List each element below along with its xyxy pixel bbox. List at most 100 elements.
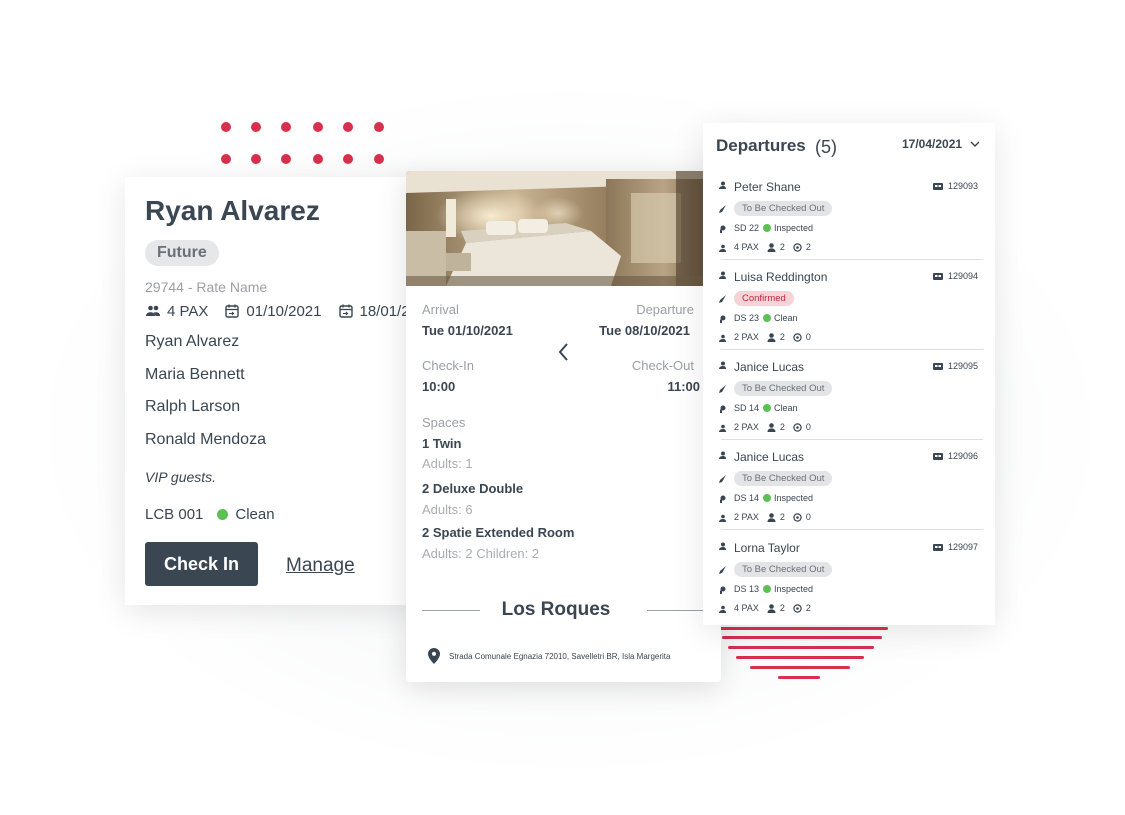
space-name: 2 Deluxe Double: [422, 481, 524, 496]
status-badge: Confirmed: [734, 291, 794, 306]
status-badge: To Be Checked Out: [734, 381, 833, 396]
group-icon: [719, 334, 726, 342]
child-icon: [793, 332, 802, 342]
person-icon: [719, 271, 726, 279]
departure-item[interactable]: Peter Shane 129093 To Be Checked Out SD …: [703, 170, 983, 260]
chevron-left-icon[interactable]: [556, 341, 570, 363]
arrival-value: Tue 01/10/2021: [422, 323, 513, 338]
status-dot-icon: [763, 585, 772, 593]
room-info: DS 13 Inspected: [734, 584, 814, 594]
checkin-label: Check-In: [422, 358, 475, 373]
departure-item[interactable]: Janice Lucas 129096 To Be Checked Out DS…: [703, 440, 983, 530]
room-info: SD 14 Clean: [734, 403, 798, 413]
child-icon: [793, 242, 802, 252]
calendar-arrival-icon: [225, 304, 240, 318]
guest-name: Peter Shane: [734, 180, 801, 194]
date-selector[interactable]: 17/04/2021: [902, 137, 980, 151]
room-status: Clean: [235, 506, 275, 523]
address-text: Strada Comunale Egnazia 72010, Savelletr…: [449, 651, 671, 661]
list-item: Maria Bennett: [145, 365, 245, 383]
room-info: SD 22 Inspected: [734, 223, 814, 233]
key-icon: [720, 315, 726, 323]
child-icon: [793, 422, 802, 432]
room-image: [406, 171, 721, 286]
guest-name: Janice Lucas: [734, 450, 805, 464]
divider: [647, 610, 705, 611]
adult-icon: [767, 603, 776, 613]
pax-info: 2 PAX 2 0: [734, 332, 811, 342]
status-dot-icon: [217, 509, 229, 520]
list-item: Ronald Mendoza: [145, 430, 266, 448]
chevron-down-icon: [970, 141, 980, 147]
calendar-departure-icon: [338, 304, 353, 318]
key-icon: [720, 586, 726, 594]
key-icon: [720, 405, 726, 413]
people-icon: [146, 305, 160, 316]
hotel-address: Strada Comunale Egnazia 72010, Savelletr…: [428, 648, 670, 664]
tag-icon: [719, 295, 726, 303]
departure-item[interactable]: Luisa Reddington 129094 Confirmed DS 23 C…: [703, 260, 983, 350]
space-name: 1 Twin: [422, 436, 462, 451]
location-pin-icon: [428, 648, 440, 664]
space-detail: Adults: 2 Children: 2: [422, 546, 540, 561]
room-info: DS 14 Inspected: [734, 493, 814, 503]
adult-icon: [767, 512, 776, 522]
status-dot-icon: [763, 224, 772, 232]
pax-count: 4 PAX: [167, 302, 209, 320]
group-icon: [719, 514, 726, 522]
departure-item[interactable]: Lorna Taylor 129097 To Be Checked Out DS…: [703, 531, 983, 621]
status-badge: To Be Checked Out: [734, 471, 833, 486]
child-icon: [793, 603, 802, 613]
adult-icon: [767, 242, 776, 252]
key-icon: [720, 495, 726, 503]
bed-icon: [933, 182, 943, 190]
pax-info: 4 PAX 2 2: [734, 242, 811, 252]
key-icon: [720, 225, 726, 233]
guest-card: Ryan Alvarez Future 29744 - Rate Name 4 …: [125, 177, 415, 605]
bed-icon: [933, 543, 943, 551]
departure-value: Tue 08/10/2021: [599, 323, 690, 338]
checkin-value: 10:00: [422, 379, 456, 394]
bed-icon: [933, 272, 943, 280]
space-detail: Adults: 1: [422, 456, 473, 471]
group-icon: [719, 244, 726, 252]
panel-title: Departures: [716, 136, 806, 155]
arrival-label: Arrival: [422, 302, 459, 317]
guest-name: Lorna Taylor: [734, 541, 800, 555]
list-item: Ryan Alvarez: [145, 333, 240, 350]
checkout-value: 11:00: [667, 379, 700, 394]
guest-list: Ryan Alvarez Maria Bennett Ralph Larson …: [145, 332, 266, 462]
bed-icon: [933, 452, 943, 460]
tag-icon: [719, 205, 726, 213]
manage-link[interactable]: Manage: [286, 555, 355, 577]
reservation-card: Arrival Departure Tue 01/10/2021 Tue 08/…: [406, 171, 721, 682]
person-icon: [719, 542, 726, 550]
rate-line: 29744 - Rate Name: [145, 279, 268, 295]
departures-count: (5): [815, 137, 837, 157]
check-in-button[interactable]: Check In: [145, 542, 258, 586]
group-icon: [719, 605, 726, 613]
adult-icon: [767, 422, 776, 432]
pax-info: 4 PAX 2 2: [734, 603, 811, 613]
departure-label: Departure: [636, 302, 694, 317]
guest-name: Luisa Reddington: [734, 270, 828, 284]
room-info: DS 23 Clean: [734, 313, 798, 323]
guest-name: Ryan Alvarez: [145, 195, 320, 226]
bed-icon: [933, 362, 943, 370]
status-dot-icon: [763, 314, 772, 322]
person-icon: [719, 361, 726, 369]
tag-icon: [719, 385, 726, 393]
status-badge: To Be Checked Out: [734, 562, 833, 577]
space-name: 2 Spatie Extended Room: [422, 525, 575, 540]
status-badge: Future: [145, 240, 219, 266]
room-info: LCB 001 Clean: [145, 506, 275, 523]
departures-panel: Departures (5) 17/04/2021 Peter Shane 12…: [703, 123, 995, 625]
reservation-id: 129093: [933, 181, 978, 191]
arrival-date: 01/10/2021: [246, 302, 322, 320]
decorative-dot-grid: [218, 119, 388, 165]
departure-item[interactable]: Janice Lucas 129095 To Be Checked Out SD…: [703, 350, 983, 440]
reservation-meta: 4 PAX 01/10/2021 18/01/2021: [145, 301, 415, 321]
pax-info: 2 PAX 2 0: [734, 422, 811, 432]
space-detail: Adults: 6: [422, 502, 473, 517]
person-icon: [719, 181, 726, 189]
